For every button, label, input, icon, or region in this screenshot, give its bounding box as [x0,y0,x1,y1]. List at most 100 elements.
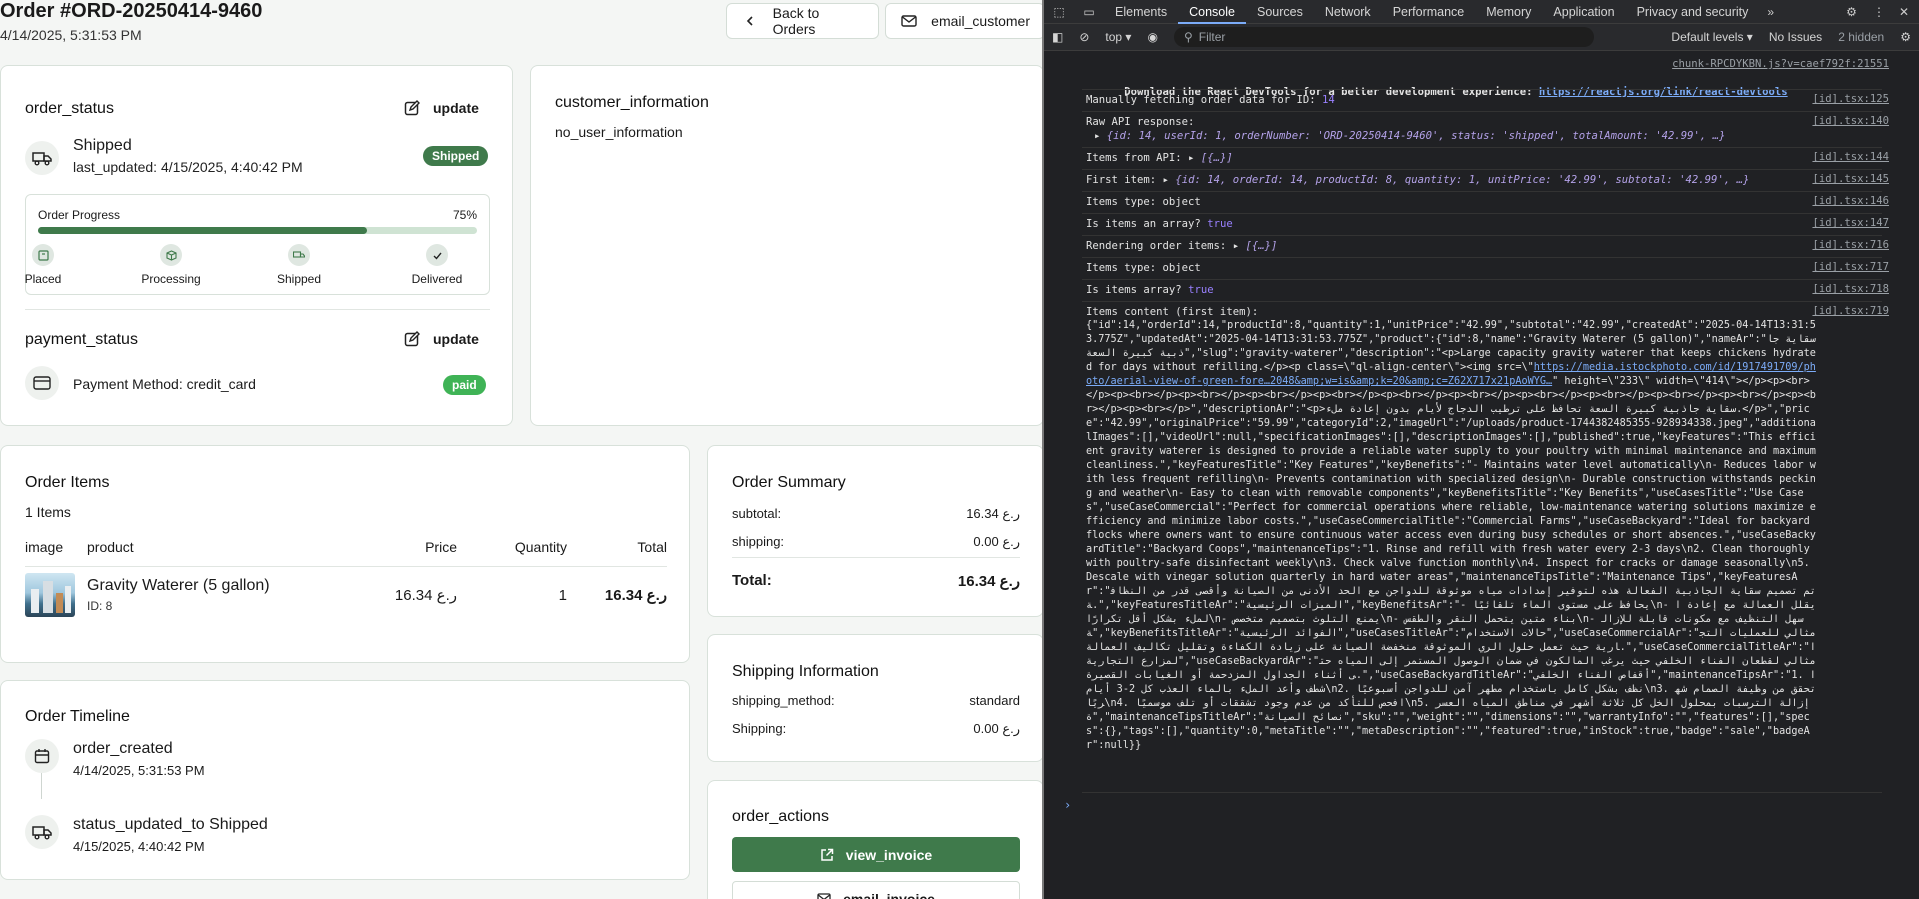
shipping-value: 0.00 ر.ع [973,534,1020,549]
header-image: image [25,528,87,567]
console-message: Is items array? true [1086,284,1214,296]
source-link[interactable]: [id].tsx:718 [1812,283,1889,295]
app-pane: Order #ORD-20250414-9460 4/14/2025, 5:31… [0,0,1042,899]
email-invoice-label: email_invoice [843,890,935,899]
inspect-icon[interactable]: ⬚ [1044,5,1074,19]
eye-icon[interactable]: ◉ [1139,30,1165,44]
console-toolbar: ◧ ⊘ top ▾ ◉ ⚲ Filter Default levels ▾ No… [1044,24,1919,51]
tab-application[interactable]: Application [1542,0,1625,24]
shipping-row: shipping: 0.00 ر.ع [732,534,1020,550]
shipping-info-card: Shipping Information shipping_method: st… [707,634,1042,762]
issues-counter[interactable]: No Issues [1761,30,1830,44]
more-options-icon[interactable]: ⋮ [1865,5,1893,19]
source-link[interactable]: [id].tsx:144 [1812,151,1889,163]
update-status-button[interactable]: update [403,99,479,117]
update-payment-button[interactable]: update [403,330,479,348]
product-name[interactable]: Gravity Waterer (5 gallon) [87,577,357,595]
console-object[interactable]: ▸ {id: 14, userId: 1, orderNumber: 'ORD-… [1094,129,1829,143]
order-progress-box: Order Progress 75% Placed Processing Shi… [25,194,490,295]
timeline-event-date: 4/14/2025, 5:31:53 PM [73,763,205,778]
source-link[interactable]: [id].tsx:125 [1812,93,1889,105]
step-label: Delivered [411,272,463,286]
payment-method: Payment Method: credit_card [73,376,256,392]
source-link[interactable]: [id].tsx:140 [1812,115,1889,127]
product-quantity: 1 [558,586,567,604]
tab-privacy[interactable]: Privacy and security [1626,0,1760,24]
console-message: Manually fetching order data for ID: 14 [1086,94,1335,106]
console-message: Items from API: ▸ [{…}] [1086,152,1233,164]
log-levels-dropdown[interactable]: Default levels ▾ [1663,30,1760,44]
source-link[interactable]: chunk-RPCDYKBN.js?v=caef792f:21551 [1672,58,1889,70]
shipping-cost-label: Shipping: [732,721,787,736]
package-icon [37,249,49,261]
sidebar-toggle-icon[interactable]: ◧ [1044,30,1071,44]
tab-performance[interactable]: Performance [1382,0,1476,24]
shipping-method-value: standard [969,693,1020,708]
product-id: ID: 8 [87,599,113,614]
source-link[interactable]: [id].tsx:147 [1812,217,1889,229]
tab-console[interactable]: Console [1178,0,1246,24]
console-output: chunk-RPCDYKBN.js?v=caef792f:21551 Downl… [1044,52,1919,899]
order-timeline-card: Order Timeline order_created 4/14/2025, … [0,680,690,880]
source-link[interactable]: [id].tsx:716 [1812,239,1889,251]
timeline-event-label: order_created [73,740,173,757]
shipping-method-label: shipping_method: [732,693,835,708]
calendar-icon-wrapper [25,739,59,773]
view-invoice-button[interactable]: view_invoice [732,837,1020,872]
order-progress-label: Order Progress [38,208,121,222]
order-date: 4/14/2025, 5:31:53 PM [0,27,142,43]
console-filter-input[interactable]: ⚲ Filter [1173,27,1594,47]
email-customer-button[interactable]: email_customer [885,3,1042,39]
customer-info-title: customer_information [555,94,709,111]
product-thumbnail [25,573,75,618]
source-link[interactable]: [id].tsx:717 [1812,261,1889,273]
header-quantity: Quantity [457,528,567,567]
source-link[interactable]: [id].tsx:145 [1812,173,1889,185]
console-message: Raw API response: [1086,116,1195,128]
table-row[interactable]: Gravity Waterer (5 gallon) ID: 8 16.34 ر… [25,566,667,624]
device-toolbar-icon[interactable]: ▭ [1074,5,1104,19]
subtotal-row: subtotal: 16.34 ر.ع [732,506,1020,522]
settings-icon[interactable]: ⚙ [1838,5,1865,19]
filter-placeholder: Filter [1198,30,1226,44]
box-icon [165,249,177,261]
back-to-orders-button[interactable]: Back to Orders [726,3,879,39]
more-tabs-icon[interactable]: » [1759,5,1782,19]
context-selector[interactable]: top ▾ [1097,30,1139,44]
subtotal-value: 16.34 ر.ع [966,506,1020,521]
truck-icon [32,826,52,840]
step-processing: Processing [126,244,216,286]
console-message: Is items an array? true [1086,218,1233,230]
update-status-label: update [433,100,479,116]
product-price: 16.34 ر.ع [394,587,457,605]
console-settings-icon[interactable]: ⚙ [1892,30,1919,44]
step-delivered: Delivered [392,244,482,286]
payment-status-title: payment_status [25,331,138,348]
step-label: Placed [24,272,62,286]
email-invoice-button[interactable]: email_invoice [732,881,1020,899]
step-placed: Placed [0,244,88,286]
source-link[interactable]: [id].tsx:719 [1812,305,1889,317]
close-icon[interactable]: ✕ [1893,5,1919,19]
order-summary-title: Order Summary [732,474,846,491]
order-timeline-title: Order Timeline [25,708,130,725]
tab-sources[interactable]: Sources [1246,0,1314,24]
tab-network[interactable]: Network [1314,0,1382,24]
tab-elements[interactable]: Elements [1104,0,1178,24]
table-header-row: image product Price Quantity Total [25,528,667,567]
devtools-panel: ⬚ ▭ Elements Console Sources Network Per… [1044,0,1919,899]
shipping-method-row: shipping_method: standard [732,693,1020,708]
chevron-left-icon [741,12,759,30]
clear-console-icon[interactable]: ⊘ [1071,30,1097,44]
source-link[interactable]: [id].tsx:146 [1812,195,1889,207]
mail-icon [900,12,917,30]
console-message: Rendering order items: ▸ [{…}] [1086,240,1278,252]
truck-icon-wrapper [25,141,59,175]
shipping-info-title: Shipping Information [732,663,879,680]
customer-info-card: customer_information no_user_information [530,65,1042,426]
product-total: 16.34 ر.ع [604,587,667,605]
console-prompt[interactable]: › [1064,798,1071,812]
console-message: Items type: object [1086,196,1201,208]
tab-memory[interactable]: Memory [1475,0,1542,24]
order-progress-percent: 75% [452,208,477,222]
